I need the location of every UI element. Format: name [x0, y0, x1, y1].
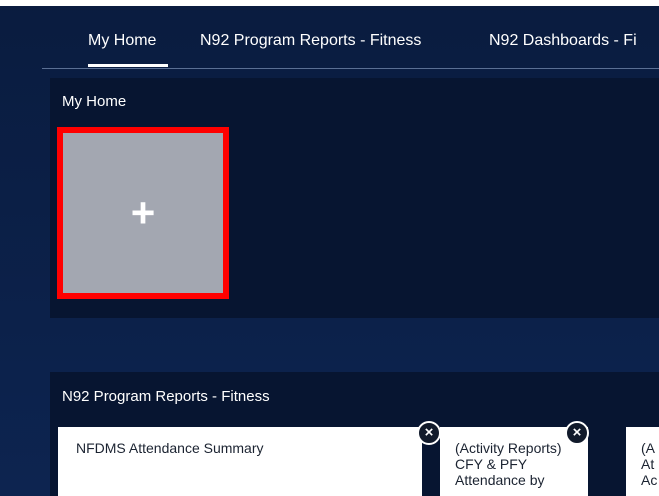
- tab-n92-program-reports-fitness[interactable]: N92 Program Reports - Fitness: [200, 32, 421, 50]
- report-card-title: (Activity Reports) CFY & PFY Attendance …: [455, 440, 562, 488]
- app-window: My Home N92 Program Reports - Fitness N9…: [0, 0, 659, 496]
- close-icon[interactable]: ×: [417, 421, 441, 445]
- plus-icon: +: [130, 189, 156, 236]
- report-card-partial[interactable]: (A At Ac: [626, 427, 659, 496]
- add-tile-button[interactable]: +: [57, 127, 229, 299]
- section-title-my-home: My Home: [62, 93, 127, 110]
- report-card-title: NFDMS Attendance Summary: [76, 440, 264, 456]
- active-tab-indicator: [88, 64, 168, 67]
- my-home-section: My Home +: [50, 78, 659, 318]
- tab-my-home[interactable]: My Home: [88, 32, 156, 50]
- report-card-activity-reports[interactable]: (Activity Reports) CFY & PFY Attendance …: [440, 421, 589, 496]
- report-card-nfdms-attendance-summary[interactable]: NFDMS Attendance Summary ×: [58, 421, 441, 496]
- close-icon[interactable]: ×: [565, 421, 589, 445]
- section-title-program-reports: N92 Program Reports - Fitness: [62, 388, 270, 405]
- tab-n92-dashboards[interactable]: N92 Dashboards - Fi: [489, 32, 637, 50]
- report-card-title: (A At Ac: [641, 440, 658, 488]
- tab-bar: My Home N92 Program Reports - Fitness N9…: [42, 6, 659, 69]
- program-reports-section: N92 Program Reports - Fitness NFDMS Atte…: [50, 372, 659, 496]
